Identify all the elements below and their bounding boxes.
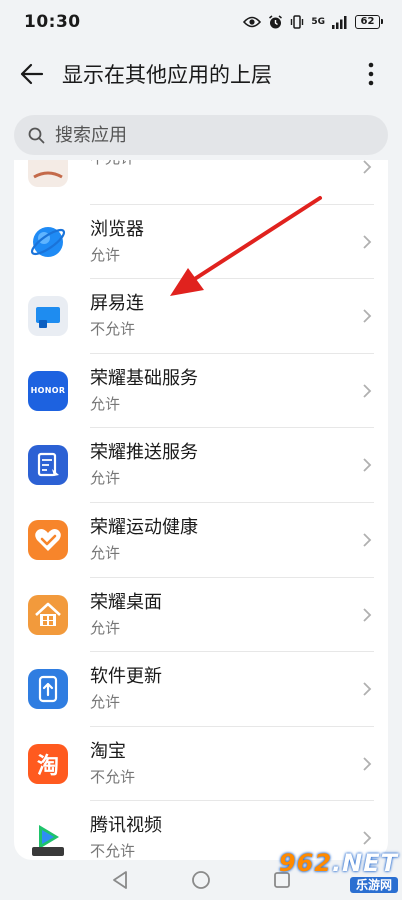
health-icon [28, 519, 68, 560]
app-name: 荣耀推送服务 [90, 442, 198, 464]
watermark-logo: 962.NET [279, 851, 398, 875]
app-name: 荣耀运动健康 [90, 516, 198, 538]
chevron-right-icon [363, 682, 372, 696]
app-name: 淘宝 [90, 740, 126, 762]
partial-app-icon [28, 160, 68, 187]
status-icons: 5G 62 [243, 14, 383, 30]
app-permission-status: 允许 [90, 693, 121, 712]
battery-level: 62 [360, 16, 375, 27]
app-permission-status: 不允许 [90, 320, 136, 339]
list-item-text: 软件更新 允许 [90, 666, 162, 712]
back-button[interactable] [10, 52, 54, 96]
chevron-right-icon [363, 607, 372, 622]
app-permission-status: 允许 [90, 618, 121, 637]
app-name: 浏览器 [90, 218, 144, 240]
app-permission-status: 不允许 [90, 767, 136, 786]
app-name: 腾讯视频 [90, 815, 162, 837]
more-vertical-icon [368, 62, 374, 86]
screen-connect-icon [28, 296, 68, 337]
app-permission-status: 不允许 [90, 842, 136, 860]
chevron-right-icon [363, 384, 372, 398]
app-list-scroll: 不允许 浏览器 允许 [14, 160, 388, 860]
list-item[interactable]: 屏易连 不允许 [14, 279, 388, 354]
list-item-text: 屏易连 不允许 [90, 293, 144, 339]
push-service-icon [28, 445, 68, 486]
search-input[interactable] [53, 123, 374, 147]
list-item-text: 荣耀推送服务 允许 [90, 442, 198, 488]
watermark-domain: .NET [332, 849, 398, 877]
list-item[interactable]: 荣耀推送服务 允许 [14, 428, 388, 503]
app-name: 荣耀基础服务 [90, 367, 198, 389]
taobao-icon-text: 淘 [36, 753, 59, 779]
vibrate-icon [291, 15, 304, 29]
signal-icon [332, 15, 347, 29]
list-item-text: 淘宝 不允许 [90, 741, 135, 787]
chevron-right-icon [363, 533, 372, 547]
app-name: 荣耀桌面 [90, 591, 162, 613]
list-item-text: 荣耀桌面 允许 [90, 592, 162, 638]
list-item[interactable]: 软件更新 允许 [14, 652, 388, 727]
status-bar: 10:30 5G 62 [0, 0, 402, 44]
list-item[interactable]: 不允许 [14, 160, 388, 205]
home-icon [28, 594, 68, 635]
list-item-text: 浏览器 允许 [90, 219, 144, 265]
alarm-icon [269, 14, 283, 28]
app-permission-status: 不允许 [90, 160, 135, 168]
app-list: 不允许 浏览器 允许 [14, 160, 388, 860]
browser-icon [28, 222, 68, 262]
watermark: 962.NET 乐游网 [266, 850, 398, 894]
tencent-video-icon [28, 818, 68, 859]
list-item-text: 腾讯视频 不允许 [90, 815, 162, 860]
chevron-right-icon [363, 757, 372, 771]
more-options-button[interactable] [356, 52, 386, 96]
status-time: 10:30 [24, 12, 81, 32]
chevron-right-icon [363, 309, 372, 323]
list-item-text: 荣耀基础服务 允许 [90, 368, 198, 414]
list-item-text: 不允许 [90, 160, 135, 168]
list-item[interactable]: 浏览器 允许 [14, 205, 388, 280]
back-arrow-icon [20, 63, 44, 85]
eye-icon [243, 16, 262, 28]
chevron-right-icon [363, 458, 372, 473]
app-name: 软件更新 [90, 666, 162, 688]
list-item-text: 荣耀运动健康 允许 [90, 517, 198, 563]
app-permission-status: 允许 [90, 469, 121, 488]
nav-back-icon[interactable] [111, 870, 129, 890]
list-item[interactable]: 荣耀运动健康 允许 [14, 503, 388, 578]
chevron-right-icon [363, 831, 372, 845]
chevron-right-icon [363, 160, 372, 174]
app-permission-status: 允许 [90, 394, 121, 413]
app-permission-status: 允许 [90, 245, 121, 264]
page-title: 显示在其他应用的上层 [62, 63, 272, 87]
watermark-number: 962 [278, 849, 333, 877]
list-item[interactable]: 荣耀桌面 允许 [14, 578, 388, 653]
watermark-site-name: 乐游网 [349, 877, 398, 893]
honor-icon: HONOR [28, 370, 68, 411]
update-icon [28, 669, 68, 710]
search-icon [28, 127, 45, 143]
app-bar: 显示在其他应用的上层 [0, 44, 402, 104]
nav-home-icon[interactable] [191, 870, 211, 890]
list-item[interactable]: HONOR 荣耀基础服务 允许 [14, 354, 388, 429]
app-permission-status: 允许 [90, 543, 121, 562]
network-type: 5G [311, 16, 325, 27]
taobao-icon: 淘 [28, 743, 68, 784]
app-name: 屏易连 [90, 293, 144, 315]
chevron-right-icon [363, 234, 372, 249]
battery-icon: 62 [355, 15, 383, 29]
honor-icon-text: HONOR [30, 386, 66, 396]
list-item[interactable]: 淘 淘宝 不允许 [14, 727, 388, 802]
search-bar[interactable] [14, 115, 388, 155]
